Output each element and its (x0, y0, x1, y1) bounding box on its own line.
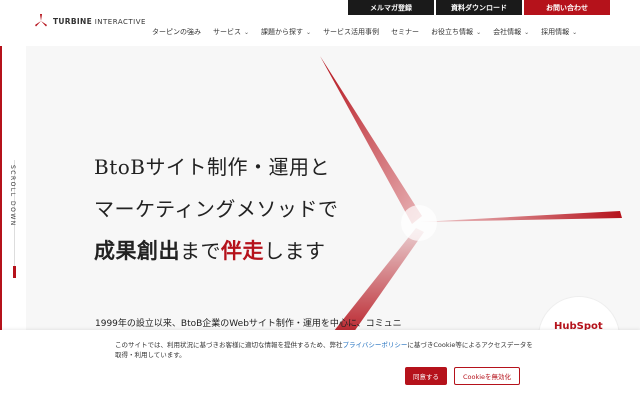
main-nav: ターピンの強み サービス ⌄ 課題から探す ⌄ サービス活用事例 セミナー お役立ち… (152, 27, 589, 37)
chevron-down-icon: ⌄ (244, 28, 250, 36)
download-button[interactable]: 資料ダウンロード (436, 0, 522, 15)
chevron-down-icon: ⌄ (524, 28, 530, 36)
nav-case-studies[interactable]: サービス活用事例 (323, 27, 379, 37)
privacy-policy-link[interactable]: プライバシーポリシー (343, 341, 408, 349)
headline-line-2: マーケティングメソッドで (94, 197, 339, 221)
disable-cookies-button[interactable]: Cookieを無効化 (454, 367, 520, 385)
chevron-down-icon: ⌄ (572, 28, 578, 36)
headline-line-1: BtoBサイト制作・運用と (94, 155, 330, 179)
newsletter-button[interactable]: メルマガ登録 (348, 0, 434, 15)
chevron-down-icon: ⌄ (306, 28, 312, 36)
cookie-banner: このサイトでは、利用状況に基づきお客様に適切な情報を提供するため、弊社プライバシ… (0, 330, 640, 400)
cookie-text: このサイトでは、利用状況に基づきお客様に適切な情報を提供するため、弊社プライバシ… (115, 341, 533, 359)
scroll-down-label[interactable]: SCROLL DOWN (9, 165, 16, 227)
nav-recruit[interactable]: 採用情報 ⌄ (541, 27, 577, 37)
nav-strengths[interactable]: ターピンの強み (152, 27, 201, 37)
top-buttons: メルマガ登録 資料ダウンロード お問い合わせ (348, 0, 610, 15)
nav-issues[interactable]: 課題から探す ⌄ (261, 27, 311, 37)
nav-company[interactable]: 会社情報 ⌄ (493, 27, 529, 37)
nav-seminar[interactable]: セミナー (391, 27, 419, 37)
contact-button[interactable]: お問い合わせ (524, 0, 610, 15)
turbine-logo-icon (35, 14, 47, 27)
accept-cookies-button[interactable]: 同意する (405, 367, 447, 385)
logo[interactable]: TURBINE INTERACTIVE (33, 13, 146, 29)
hero-subtext: 1999年の設立以来、BtoB企業のWebサイト制作・運用を中心に、コミュニ (95, 319, 402, 329)
site-header: TURBINE INTERACTIVE メルマガ登録 資料ダウンロード お問い合… (0, 0, 640, 46)
headline-line-3: 成果創出まで伴走します (94, 238, 326, 263)
nav-services[interactable]: サービス ⌄ (213, 27, 249, 37)
scroll-indicator (13, 266, 16, 278)
logo-text: TURBINE INTERACTIVE (53, 16, 146, 26)
nav-resources[interactable]: お役立ち情報 ⌄ (431, 27, 481, 37)
hero-headline: BtoBサイト制作・運用と マーケティングメソッドで 成果創出まで伴走します (94, 146, 338, 272)
chevron-down-icon: ⌄ (476, 28, 482, 36)
